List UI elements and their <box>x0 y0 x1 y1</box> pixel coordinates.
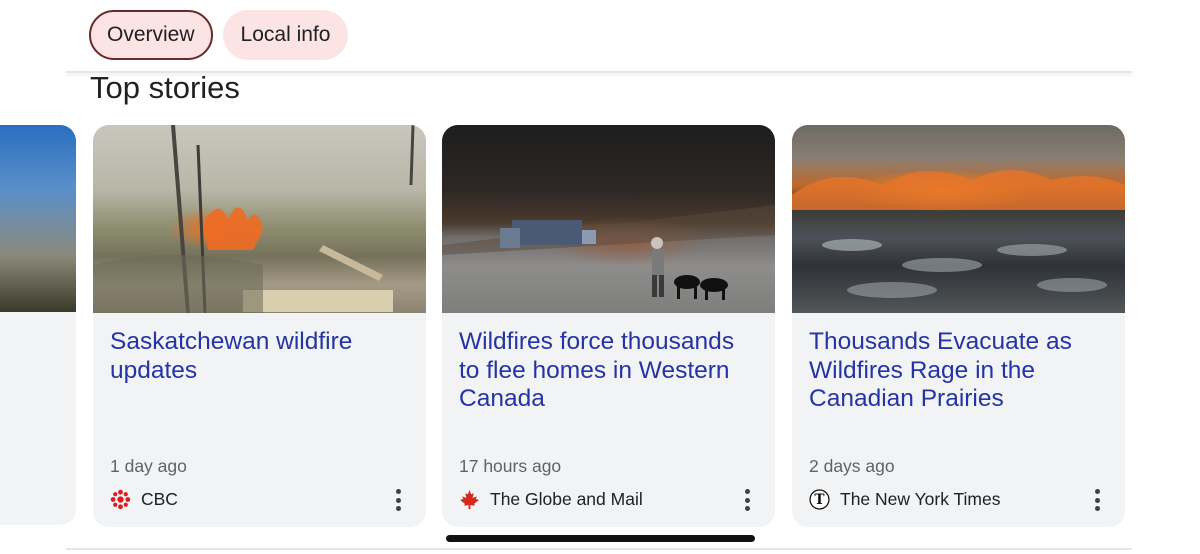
previous-story-image <box>0 125 76 312</box>
source-name: The Globe and Mail <box>490 489 643 509</box>
tab-overview[interactable]: Overview <box>89 10 213 60</box>
story-time: 1 day ago <box>110 456 187 476</box>
nyt-logo-icon: T <box>809 489 830 510</box>
story-image-evacuation-road <box>442 125 775 313</box>
forest-fire-illustration <box>93 125 415 313</box>
source-name: The New York Times <box>840 489 1001 509</box>
scroll-indicator[interactable] <box>446 535 755 542</box>
story-image-forest-fire <box>93 125 426 313</box>
more-options-icon[interactable] <box>1085 487 1109 513</box>
evacuation-road-illustration <box>442 205 775 300</box>
tab-local-info[interactable]: Local info <box>222 10 349 60</box>
story-time: 17 hours ago <box>459 456 562 476</box>
section-title: Top stories <box>90 70 240 105</box>
filter-tabs: Overview Local info <box>89 10 349 60</box>
story-headline[interactable]: Saskatchewan wildfire updates <box>110 328 410 385</box>
story-headline[interactable]: Wildfires force thousands to flee homes … <box>459 328 759 414</box>
prairie-fire-illustration <box>792 170 1125 298</box>
story-headline[interactable]: Thousands Evacuate as Wildfires Rage in … <box>809 328 1109 414</box>
story-time: 2 days ago <box>809 456 895 476</box>
story-source: T The New York Times <box>809 489 1000 510</box>
story-image-prairie-fire <box>792 125 1125 313</box>
more-options-icon[interactable] <box>386 487 410 513</box>
svg-text:T: T <box>814 492 825 508</box>
cbc-logo-icon <box>110 489 131 510</box>
story-card-2[interactable]: Wildfires force thousands to flee homes … <box>442 125 775 527</box>
more-options-icon[interactable] <box>735 487 759 513</box>
story-card-3[interactable]: Thousands Evacuate as Wildfires Rage in … <box>792 125 1125 527</box>
story-source: The Globe and Mail <box>459 489 643 510</box>
previous-story-card[interactable] <box>0 125 76 525</box>
source-name: CBC <box>141 489 178 509</box>
story-source: CBC <box>110 489 178 510</box>
maple-leaf-icon <box>460 490 479 509</box>
bottom-divider <box>66 548 1132 550</box>
story-card-1[interactable]: Saskatchewan wildfire updates 1 day ago … <box>93 125 426 527</box>
